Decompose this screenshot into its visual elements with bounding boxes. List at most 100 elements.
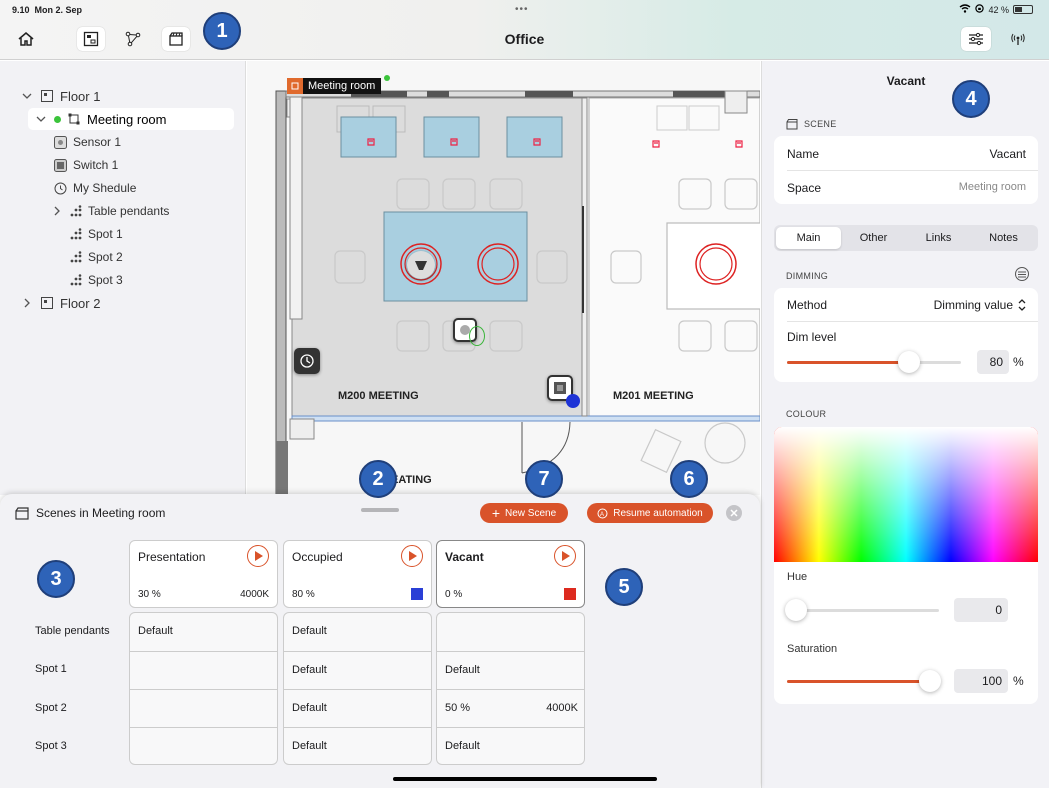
method-select[interactable]: Dimming value: [934, 298, 1026, 312]
table-cell[interactable]: [130, 651, 277, 689]
row-label-spot-2: Spot 2: [35, 702, 67, 714]
dim-level-slider[interactable]: [787, 351, 961, 373]
tree-item-table-pendants[interactable]: Table pendants: [53, 200, 169, 222]
close-button[interactable]: [726, 505, 742, 521]
multitask-dots[interactable]: •••: [515, 4, 529, 15]
tab-links[interactable]: Links: [906, 227, 971, 249]
tab-other[interactable]: Other: [841, 227, 906, 249]
table-cell[interactable]: [437, 613, 584, 651]
play-scene-button[interactable]: [554, 545, 576, 567]
resume-automation-button[interactable]: A Resume automation: [587, 503, 713, 523]
inspector-tabs: Main Other Links Notes: [774, 225, 1038, 251]
scene-card-vacant[interactable]: Vacant 0 %: [436, 540, 585, 608]
tree-item-floor-1[interactable]: Floor 1: [20, 85, 100, 107]
settings-button[interactable]: [961, 27, 991, 51]
list-button[interactable]: [1015, 267, 1029, 281]
scene-column-vacant: Default 50 % 4000K Default: [436, 612, 585, 765]
saturation-slider[interactable]: [787, 670, 941, 692]
tree-item-sensor-1[interactable]: Sensor 1: [53, 131, 121, 153]
antenna-icon: [1011, 33, 1025, 45]
online-dot: [384, 75, 390, 81]
room-tag[interactable]: Meeting room: [287, 78, 382, 94]
signal-button[interactable]: [1004, 27, 1032, 51]
row-label-spot-1: Spot 1: [35, 663, 67, 675]
hue-value[interactable]: 0: [954, 598, 1008, 622]
table-cell[interactable]: Default: [437, 727, 584, 765]
table-cell[interactable]: Default: [284, 727, 431, 765]
scene-temp: 4000K: [240, 589, 269, 600]
tree-item-meeting-room[interactable]: Meeting room: [28, 108, 234, 130]
tree-item-floor-2[interactable]: Floor 2: [20, 292, 100, 314]
table-cell[interactable]: [130, 689, 277, 727]
badge-7: 7: [525, 460, 563, 498]
light-control-marker[interactable]: [407, 251, 435, 279]
floor-plan-canvas[interactable]: Meeting room M200 MEETING M201 MEETING E…: [247, 61, 760, 495]
chevron-right-icon[interactable]: [50, 204, 64, 218]
clapperboard-icon: [786, 119, 798, 130]
scene-card-occupied[interactable]: Occupied 80 %: [283, 540, 432, 608]
sensor-icon: [53, 135, 67, 149]
light-group-icon: [68, 204, 82, 218]
hue-slider[interactable]: [785, 599, 939, 621]
light-group-icon: [68, 227, 82, 241]
space-value: Meeting room: [958, 181, 1026, 193]
scene-section-label: SCENE: [786, 118, 837, 130]
badge-1: 1: [203, 12, 241, 50]
tree-item-label: Floor 2: [60, 295, 101, 311]
colour-section-label: COLOUR: [786, 409, 827, 419]
orientation-lock-icon: [975, 4, 985, 15]
slider-thumb[interactable]: [785, 599, 807, 621]
location-tree: Floor 1 Meeting room Sensor 1 Switch 1 M…: [0, 61, 246, 495]
home-indicator[interactable]: [393, 777, 657, 781]
table-cell[interactable]: 50 % 4000K: [437, 689, 584, 727]
chevron-updown-icon: [1018, 299, 1026, 311]
schedule-marker[interactable]: [294, 348, 320, 374]
floor-icon: [40, 296, 54, 310]
scene-level: 0 %: [445, 588, 463, 600]
name-field[interactable]: Vacant: [990, 147, 1026, 161]
saturation-value[interactable]: 100: [954, 669, 1008, 693]
scene-name: Vacant: [445, 550, 484, 564]
slider-thumb[interactable]: [898, 351, 920, 373]
tree-item-label: Switch 1: [73, 158, 119, 172]
chevron-down-icon[interactable]: [34, 112, 48, 126]
table-cell[interactable]: [130, 727, 277, 765]
tree-item-switch-1[interactable]: Switch 1: [53, 154, 118, 176]
table-cell[interactable]: Default: [284, 651, 431, 689]
play-scene-button[interactable]: [247, 545, 269, 567]
slider-thumb[interactable]: [919, 670, 941, 692]
switch-icon: [554, 382, 566, 394]
room-icon: [67, 112, 81, 126]
page-title: Office: [504, 31, 545, 47]
clock-icon: [53, 181, 67, 195]
chevron-down-icon[interactable]: [20, 89, 34, 103]
scene-color-swatch: [411, 588, 423, 600]
scene-color-swatch: [564, 588, 576, 600]
light-group-icon: [68, 273, 82, 287]
automation-icon: A: [597, 508, 608, 518]
tree-item-spot-2[interactable]: Spot 2: [68, 246, 123, 268]
sheet-grabber[interactable]: [361, 508, 399, 512]
light-group-icon: [68, 250, 82, 264]
chevron-right-icon[interactable]: [20, 296, 34, 310]
dim-level-value[interactable]: 80: [977, 350, 1009, 374]
tree-item-spot-1[interactable]: Spot 1: [68, 223, 123, 245]
tree-item-schedule[interactable]: My Shedule: [53, 177, 136, 199]
tree-item-spot-3[interactable]: Spot 3: [68, 269, 123, 291]
table-cell[interactable]: Default: [130, 613, 277, 651]
tree-item-label: Table pendants: [88, 204, 170, 218]
colour-picker[interactable]: [774, 427, 1038, 562]
tab-main[interactable]: Main: [776, 227, 841, 249]
tab-notes[interactable]: Notes: [971, 227, 1036, 249]
play-scene-button[interactable]: [401, 545, 423, 567]
status-time: 9.10 Mon 2. Sep: [12, 5, 83, 15]
table-cell[interactable]: Default: [284, 613, 431, 651]
table-cell[interactable]: Default: [284, 689, 431, 727]
tree-item-label: Meeting room: [87, 111, 167, 127]
scene-card-presentation[interactable]: Presentation 30 % 4000K: [129, 540, 278, 608]
badge-2: 2: [359, 460, 397, 498]
new-scene-button[interactable]: + New Scene: [480, 503, 568, 523]
table-cell[interactable]: Default: [437, 651, 584, 689]
scenes-sheet: Scenes in Meeting room + New Scene A Res…: [0, 494, 760, 788]
name-label: Name: [787, 147, 820, 161]
